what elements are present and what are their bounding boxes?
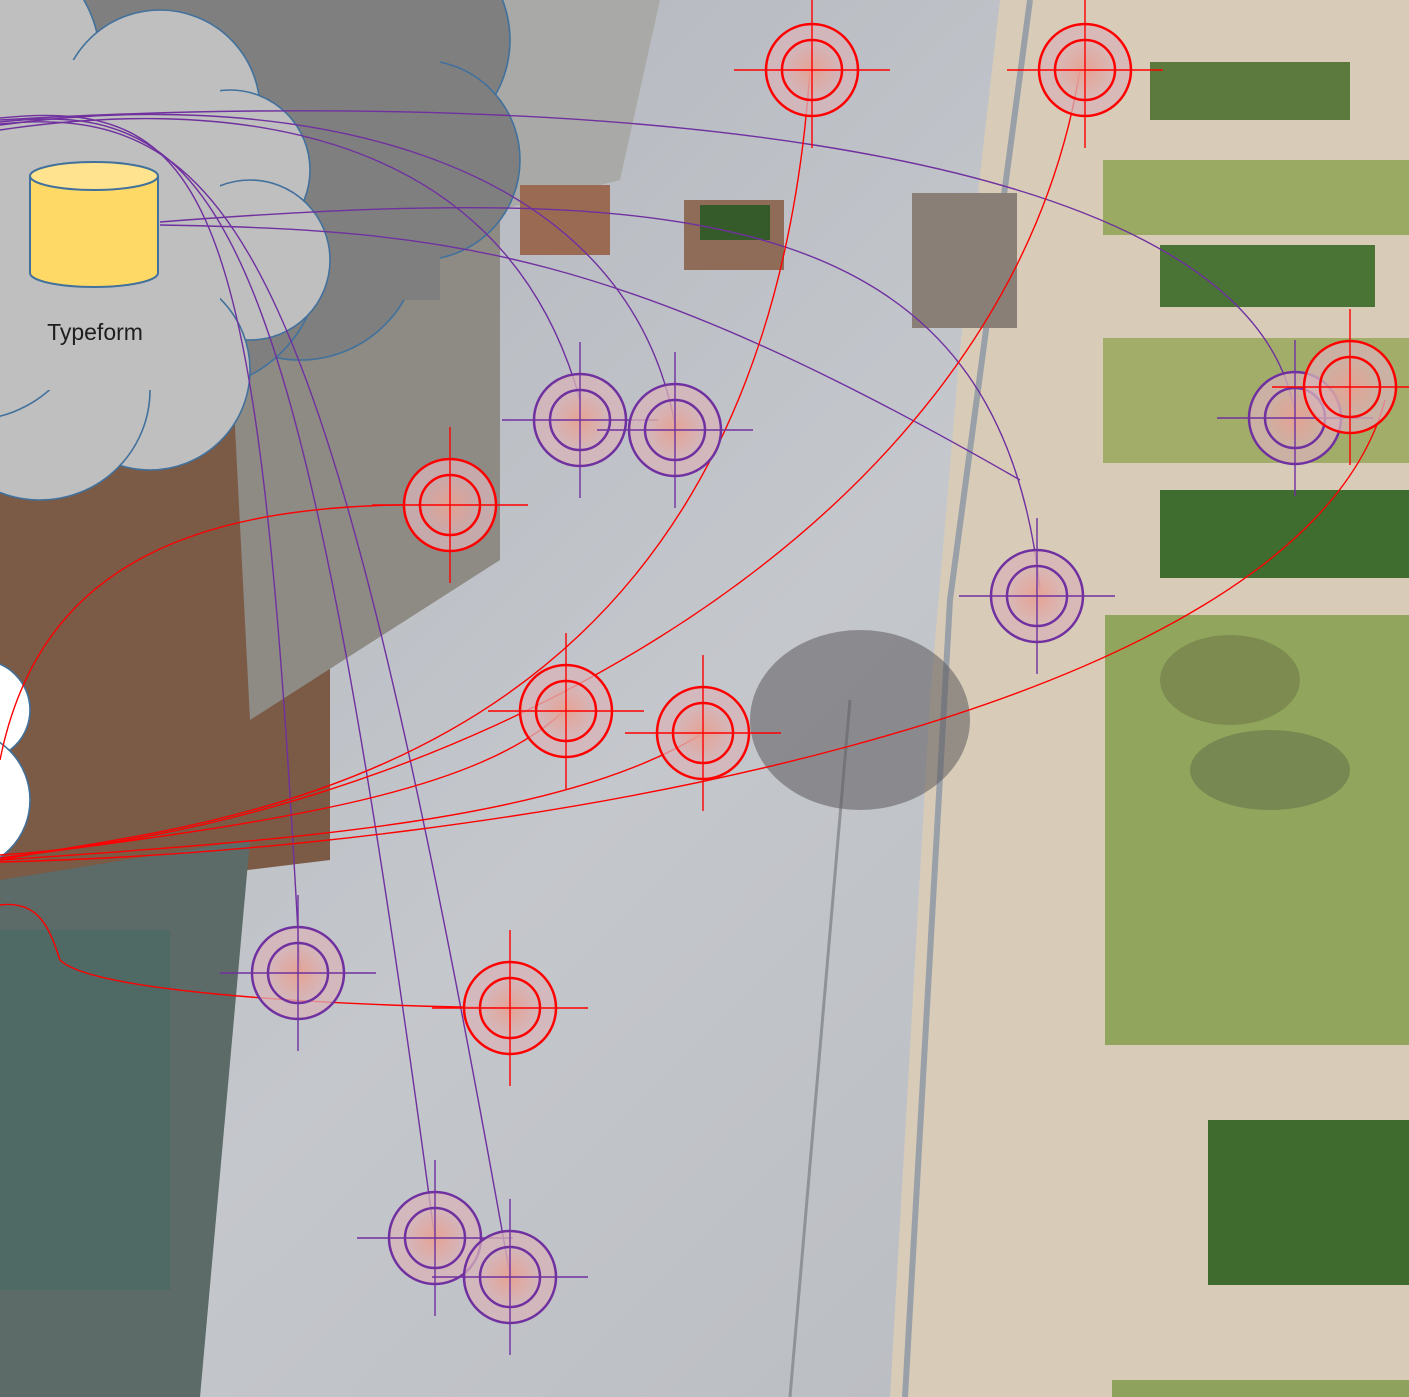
database-label: Typeform [47, 319, 143, 345]
diagram-canvas: Typeform [0, 0, 1409, 1397]
database-cylinder-icon [29, 161, 159, 288]
